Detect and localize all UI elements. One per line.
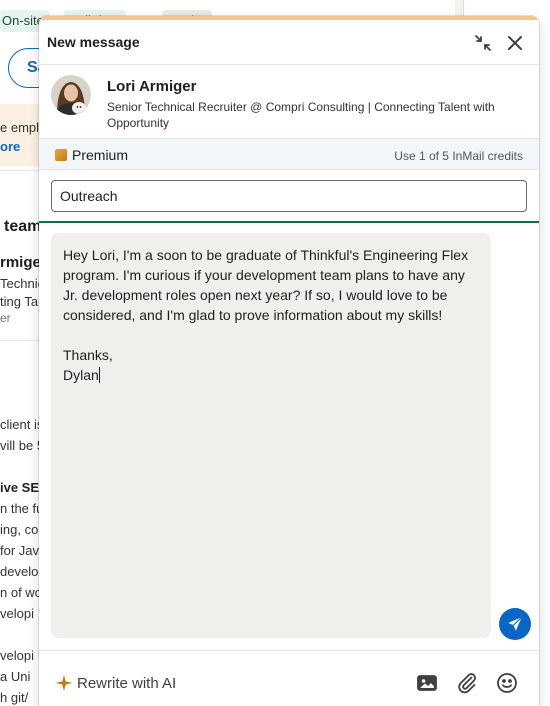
description-line: n of wo (0, 585, 42, 600)
description-line: n the fu (0, 501, 44, 516)
recipient-headline: Senior Technical Recruiter @ Compri Cons… (107, 100, 495, 130)
minimize-icon[interactable] (471, 31, 495, 55)
sparkle-icon (55, 674, 73, 692)
avatar[interactable] (51, 75, 91, 115)
description-line: h git/ (0, 690, 29, 705)
banner-text: e empl (0, 120, 40, 135)
recipient-card: Lori Armiger Senior Technical Recruiter … (39, 66, 539, 139)
description-line: ing, co (0, 522, 39, 537)
footer-divider (39, 650, 539, 651)
description-line: vill be 5 (0, 438, 45, 453)
section-heading: team (4, 218, 42, 235)
banner-link[interactable]: ore (0, 139, 20, 154)
focus-divider (39, 221, 539, 223)
message-body-field[interactable]: Hey Lori, I'm a soon to be graduate of T… (51, 233, 491, 638)
inmail-credits: Use 1 of 5 InMail credits (394, 149, 523, 163)
image-icon[interactable] (415, 671, 439, 695)
description-line: for Jav (0, 543, 40, 558)
message-body-text: Hey Lori, I'm a soon to be graduate of T… (63, 247, 469, 383)
description-subheading: ive SE (0, 480, 40, 495)
hiring-person-role: er (0, 311, 11, 325)
hiring-person-company: ting Ta (0, 294, 39, 309)
rewrite-with-ai-label: Rewrite with AI (77, 675, 177, 692)
send-button[interactable] (499, 608, 531, 640)
dialog-title: New message (47, 34, 140, 50)
recipient-name[interactable]: Lori Armiger (107, 78, 196, 95)
description-line: develo (0, 564, 39, 579)
premium-icon (55, 149, 67, 161)
close-icon[interactable] (503, 31, 527, 55)
premium-label: Premium (72, 147, 129, 163)
description-line: velopi (0, 648, 34, 663)
premium-bar: Premium Use 1 of 5 InMail credits (39, 138, 539, 170)
hiring-person-title: Technic (0, 276, 45, 291)
description-line: client is (0, 417, 44, 432)
emoji-icon[interactable] (495, 671, 519, 695)
description-line: a Uni (0, 669, 31, 684)
dialog-header: New message (39, 20, 539, 65)
send-icon (508, 616, 523, 631)
paperclip-icon[interactable] (455, 671, 479, 695)
description-line: velopi (0, 606, 34, 621)
subject-input[interactable] (51, 180, 527, 212)
text-cursor (98, 367, 100, 383)
new-message-dialog: New message Lori Armiger Senior Technica… (39, 16, 539, 706)
